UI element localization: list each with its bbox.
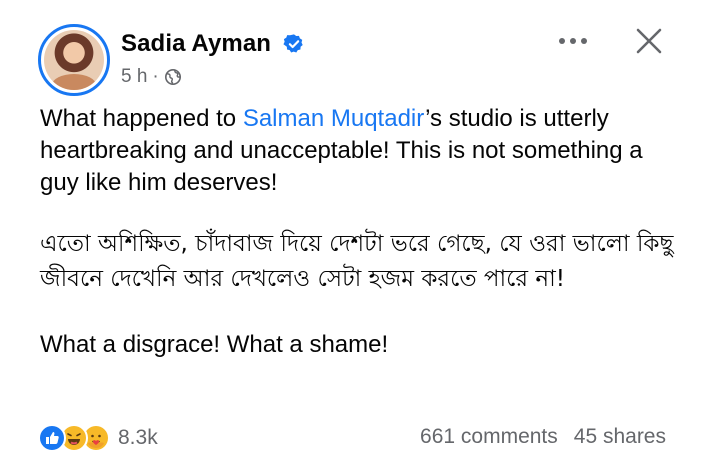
post-paragraph-3: What a disgrace! What a shame! xyxy=(40,331,389,358)
shares-count-link[interactable]: 45 shares xyxy=(574,425,666,449)
meta-separator: · xyxy=(152,66,159,87)
more-icon xyxy=(559,38,587,44)
reaction-count: 8.3k xyxy=(118,426,158,449)
reactions-summary[interactable]: 8.3k xyxy=(38,424,158,452)
author-name[interactable]: Sadia Ayman xyxy=(121,30,271,58)
globe-icon[interactable] xyxy=(164,68,182,86)
post-paragraph-2: এতো অশিক্ষিত, চাঁদাবাজ দিয়ে দেশটা ভরে গ… xyxy=(40,231,674,292)
post-meta: 5 h · xyxy=(121,66,182,88)
more-options-button[interactable] xyxy=(556,28,590,54)
close-button[interactable] xyxy=(632,24,666,58)
close-icon xyxy=(636,28,662,54)
mention-link[interactable]: Salman Muqtadir xyxy=(243,105,425,132)
comments-count-link[interactable]: 661 comments xyxy=(420,425,558,449)
profile-photo xyxy=(44,30,104,90)
post-card: Sadia Ayman 5 h · What happened to Salma… xyxy=(0,0,702,454)
post-paragraph-1: What happened to Salman Muqtadir’s studi… xyxy=(40,105,643,196)
engagement-stats: 661 comments 45 shares xyxy=(420,425,666,449)
like-icon xyxy=(38,424,66,452)
post-text: What happened to Salman Muqtadir’s studi… xyxy=(40,103,680,393)
avatar[interactable] xyxy=(38,24,110,96)
timestamp[interactable]: 5 h xyxy=(121,66,147,88)
verified-badge-icon xyxy=(283,34,303,53)
